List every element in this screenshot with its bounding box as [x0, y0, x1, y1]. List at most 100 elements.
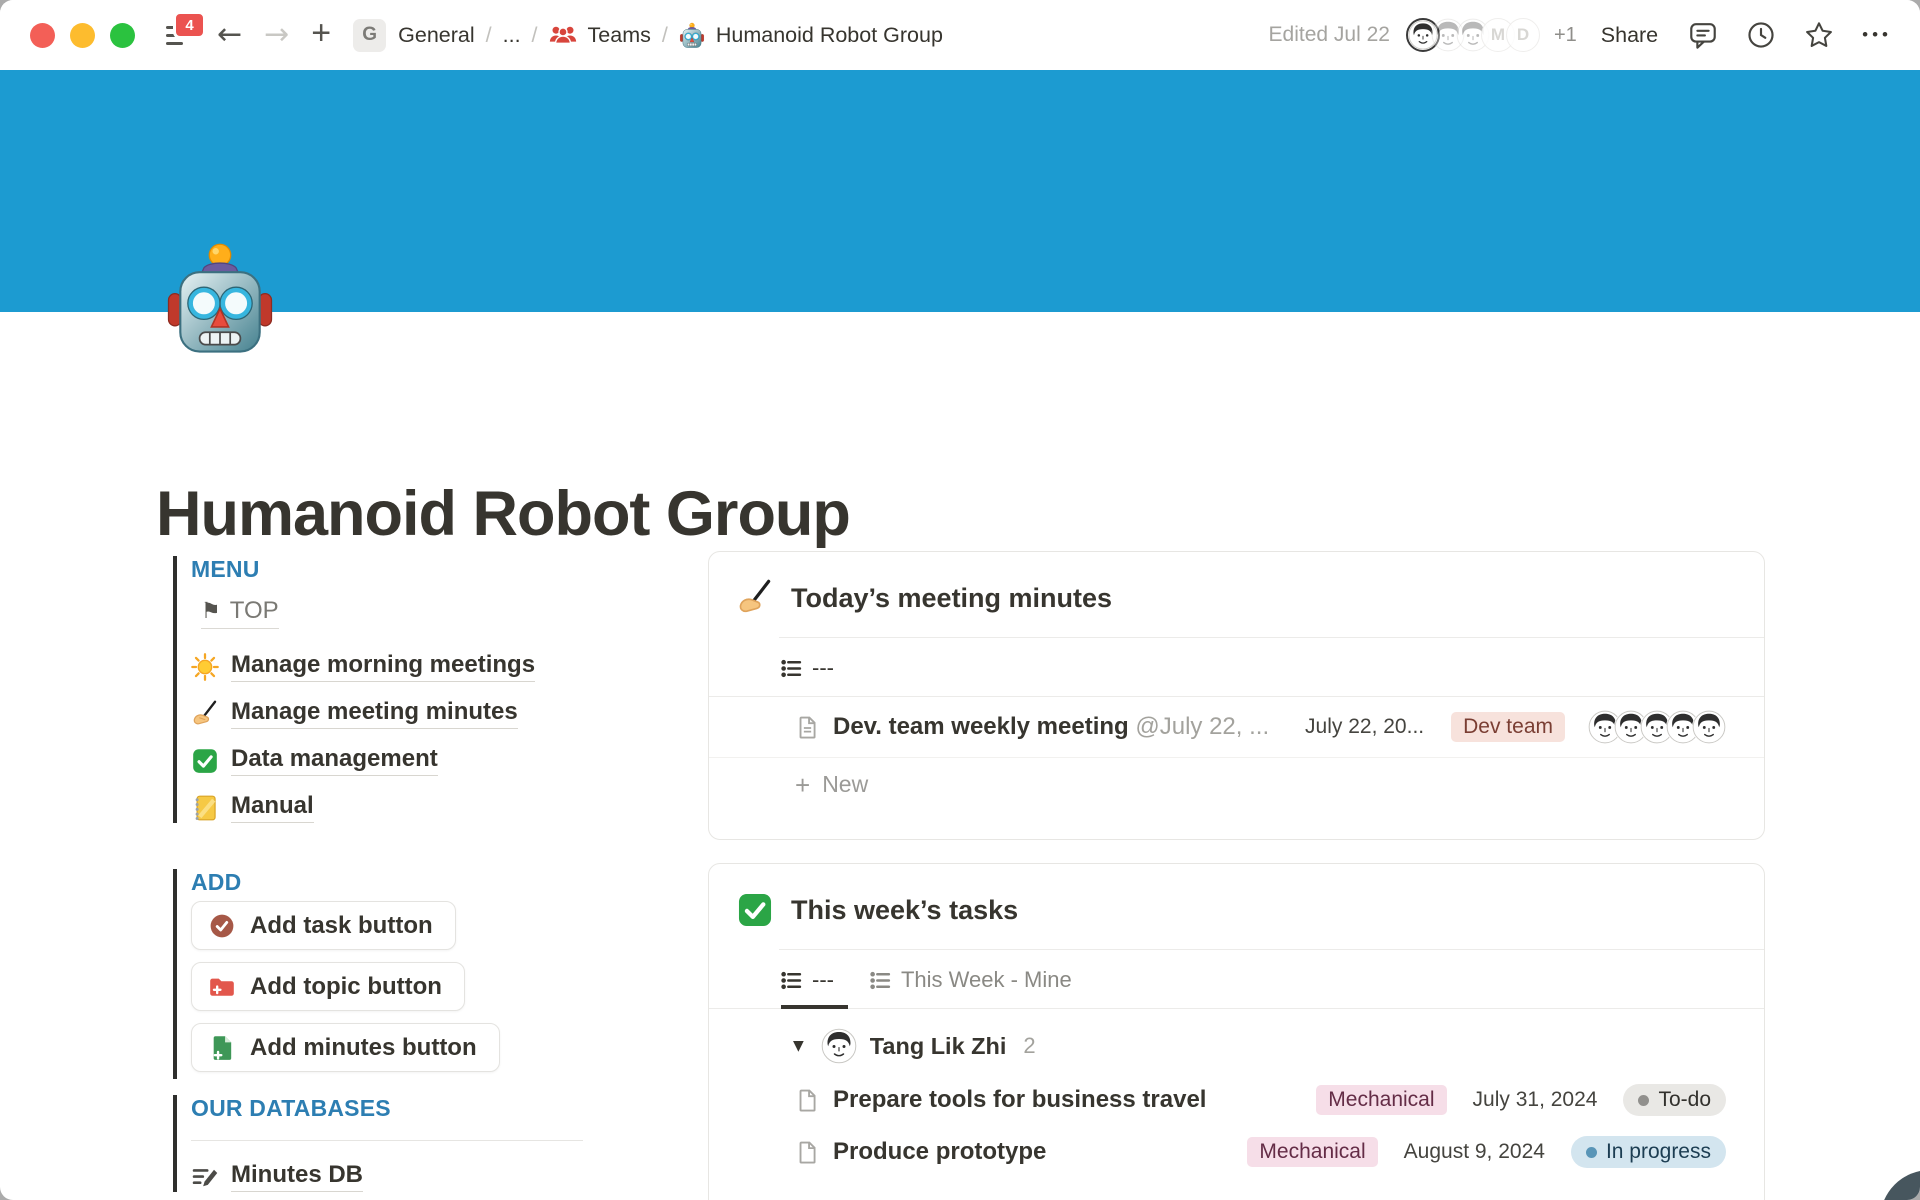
add-button-label: Add minutes button [250, 1034, 477, 1062]
traffic-lights [30, 23, 135, 48]
tab-label: This Week - Mine [901, 967, 1072, 993]
more-options-icon[interactable]: ••• [1862, 25, 1892, 45]
task-check-icon [208, 912, 236, 940]
task-title[interactable]: Prepare tools for business travel [833, 1086, 1291, 1114]
tab-default-view[interactable]: --- [781, 655, 834, 681]
status-dot-icon [1638, 1095, 1649, 1106]
tab-default-view[interactable]: --- [781, 967, 834, 993]
favorite-star-icon[interactable] [1804, 20, 1834, 50]
add-topic-button[interactable]: Add topic button [191, 962, 465, 1011]
breadcrumb-collapsed[interactable]: ... [503, 23, 521, 48]
app-window: 4 ← → + G General / ... / Teams [0, 0, 1920, 1200]
meeting-row[interactable]: Dev. team weekly meeting @July 22, ... J… [709, 697, 1764, 758]
left-column: MENU ⚑ TOP Manage morning meetings [173, 556, 678, 1200]
robot-page-icon[interactable] [162, 240, 278, 358]
card-title: This week’s tasks [791, 895, 1018, 926]
menu-link-label: Data management [231, 745, 438, 776]
check-mark-icon [191, 747, 219, 775]
forward-icon[interactable]: → [264, 20, 289, 50]
database-link-label: Minutes DB [231, 1161, 363, 1192]
tab-label: --- [812, 967, 834, 993]
menu-link-label: Manual [231, 792, 314, 823]
help-button[interactable] [1880, 1170, 1920, 1200]
add-task-button[interactable]: Add task button [191, 901, 456, 950]
meeting-minutes-card: Today’s meeting minutes --- Dev. team we… [708, 551, 1765, 840]
status-label: To-do [1658, 1088, 1711, 1112]
list-edit-icon [191, 1163, 219, 1191]
add-button-label: Add task button [250, 912, 433, 940]
task-title[interactable]: Produce prototype [833, 1138, 1222, 1166]
last-edited-label: Edited Jul 22 [1269, 23, 1390, 47]
attendee-avatars[interactable] [1588, 710, 1726, 744]
tab-label: --- [812, 655, 834, 681]
menu-link-manual[interactable]: Manual [191, 792, 678, 823]
task-row-prepare-tools[interactable]: Prepare tools for business travel Mechan… [709, 1074, 1764, 1126]
meeting-title[interactable]: Dev. team weekly meeting @July 22, ... [833, 713, 1292, 741]
zoom-window-button[interactable] [110, 23, 135, 48]
avatar [821, 1028, 857, 1064]
group-count: 2 [1023, 1033, 1035, 1059]
close-window-button[interactable] [30, 23, 55, 48]
category-tag[interactable]: Mechanical [1247, 1137, 1377, 1167]
due-date[interactable]: July 31, 2024 [1473, 1088, 1598, 1112]
right-column: Today’s meeting minutes --- Dev. team we… [708, 551, 1765, 1200]
comments-icon[interactable] [1688, 20, 1718, 50]
avatar-letter: D [1506, 18, 1540, 52]
weekly-tasks-card: This week’s tasks --- This Week - Mine ▼… [708, 863, 1765, 1200]
menu-link-meeting-minutes[interactable]: Manage meeting minutes [191, 698, 678, 729]
page-title[interactable]: Humanoid Robot Group [156, 478, 850, 550]
breadcrumb-general[interactable]: General [398, 23, 475, 48]
menu-heading: MENU [191, 556, 678, 583]
meeting-minutes-header: Today’s meeting minutes [709, 552, 1764, 637]
menu-link-label: Manage morning meetings [231, 651, 535, 682]
divider [191, 1140, 583, 1141]
minimize-window-button[interactable] [70, 23, 95, 48]
avatar-overflow-count[interactable]: +1 [1554, 24, 1577, 47]
collaborator-avatars[interactable]: M D [1406, 18, 1540, 52]
due-date[interactable]: August 9, 2024 [1404, 1140, 1545, 1164]
updates-clock-icon[interactable] [1746, 20, 1776, 50]
menu-link-top[interactable]: ⚑ TOP [201, 597, 279, 629]
status-label: In progress [1606, 1140, 1711, 1164]
group-header-tang-lik-zhi[interactable]: ▼ Tang Lik Zhi 2 [709, 1009, 1764, 1074]
menu-link-morning-meetings[interactable]: Manage morning meetings [191, 651, 678, 682]
add-minutes-button[interactable]: Add minutes button [191, 1023, 500, 1072]
page-cover[interactable] [0, 70, 1920, 312]
back-icon[interactable]: ← [217, 20, 242, 50]
tasks-view-tabs: --- This Week - Mine [709, 950, 1764, 1009]
sun-icon [191, 653, 219, 681]
add-section: ADD Add task button [173, 869, 678, 1079]
breadcrumb-teams[interactable]: Teams [588, 23, 651, 48]
breadcrumb-current-page[interactable]: Humanoid Robot Group [716, 23, 943, 48]
plus-icon: + [795, 772, 810, 798]
workspace-icon[interactable]: G [353, 19, 386, 52]
task-row-produce-prototype[interactable]: Produce prototype Mechanical August 9, 2… [709, 1126, 1764, 1178]
card-title: Today’s meeting minutes [791, 583, 1112, 614]
minutes-db-link[interactable]: Minutes DB [191, 1161, 678, 1192]
sidebar-toggle-icon[interactable]: 4 [163, 22, 193, 48]
status-badge[interactable]: To-do [1623, 1084, 1726, 1116]
window-toolbar: 4 ← → + G General / ... / Teams [0, 0, 1920, 70]
menu-link-data-management[interactable]: Data management [191, 745, 678, 776]
add-heading: ADD [191, 869, 678, 896]
collapse-caret-icon[interactable]: ▼ [793, 1038, 804, 1054]
new-meeting-button[interactable]: + New [709, 758, 1764, 811]
databases-heading: OUR DATABASES [191, 1095, 678, 1122]
status-badge[interactable]: In progress [1571, 1136, 1726, 1168]
team-tag[interactable]: Dev team [1451, 712, 1565, 742]
tab-this-week-mine[interactable]: This Week - Mine [870, 967, 1072, 993]
new-page-icon[interactable]: + [311, 14, 331, 53]
share-button[interactable]: Share [1601, 23, 1658, 48]
file-plus-icon [208, 1034, 236, 1062]
add-button-label: Add topic button [250, 973, 442, 1001]
robot-page-icon-small [679, 22, 705, 49]
meeting-date[interactable]: July 22, 20... [1305, 715, 1424, 739]
breadcrumb-separator: / [532, 23, 538, 48]
folder-plus-icon [208, 973, 236, 1001]
breadcrumb-separator: / [662, 23, 668, 48]
writing-hand-icon [736, 579, 774, 617]
notification-badge: 4 [173, 11, 206, 39]
category-tag[interactable]: Mechanical [1316, 1085, 1446, 1115]
status-dot-icon [1586, 1147, 1597, 1158]
menu-link-label: TOP [230, 597, 279, 625]
